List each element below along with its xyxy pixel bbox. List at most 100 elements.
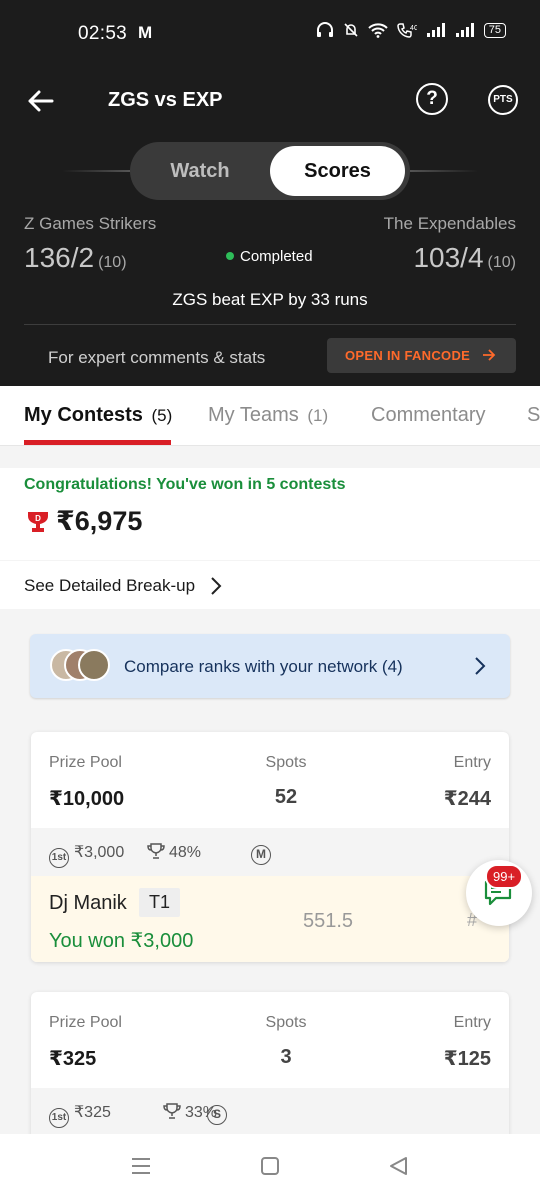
signal-icon [426,23,445,37]
watch-scores-toggle: Watch Scores [130,142,410,200]
recent-apps-icon[interactable] [131,1156,151,1176]
svg-text:4G: 4G [410,25,417,32]
status-icons: 4G 75 [316,22,506,38]
breakup-label: See Detailed Break-up [24,576,196,595]
match-status-text: Completed [240,248,313,265]
network-avatars [50,649,114,683]
contest-type: S [207,1102,232,1125]
arrow-left-icon [28,90,54,112]
tab-label: Commentary [371,404,486,426]
first-prize: 1st ₹3,000 [49,842,124,868]
detailed-breakup-link[interactable]: See Detailed Break-up [0,561,540,609]
tab-partial[interactable]: S [527,404,540,427]
avatar [78,649,110,681]
contest-meta: 1st ₹325 33% S [31,1088,509,1136]
points-icon: PTS [493,94,513,105]
arrow-right-icon [483,349,496,361]
trophy-icon: D [28,512,48,532]
team2-score-line: 103/4 (10) [413,242,516,274]
toggle-decor-right [410,170,478,172]
nav-back-icon[interactable] [388,1156,408,1176]
spots-label: Spots [265,1014,307,1031]
mute-bell-icon [344,23,358,37]
multi-entry-icon: M [251,845,271,865]
team1-score-line: 136/2 (10) [24,242,127,274]
toggle-decor-left [62,170,130,172]
team2-score: 103/4 [413,242,484,273]
tab-count: (5) [151,406,173,425]
battery-icon: 75 [483,22,506,38]
tab-commentary[interactable]: Commentary [371,404,485,427]
congrats-text: Congratulations! You've won in 5 contest… [24,476,346,493]
tab-scores[interactable]: Scores [270,146,405,196]
team2-overs: (10) [487,254,516,271]
won-amount: You won ₹3,000 [49,930,194,952]
contest-tabs: My Contests (5) My Teams (1) Commentary … [0,386,540,446]
first-prize-value: ₹3,000 [74,844,125,861]
points-system-button[interactable]: PTS [488,85,518,115]
team-points: 551.5 [303,910,354,932]
prize-pool-value: ₹325 [49,1048,97,1070]
home-icon[interactable] [260,1156,280,1176]
contest-card[interactable]: Prize Pool Spots Entry ₹325 3 ₹125 1st ₹3… [31,992,509,1152]
first-prize-icon: 1st [49,1108,69,1128]
open-fancode-label: OPEN IN FANCODE [345,348,471,363]
match-header: 02:53 M 4G 75 ZGS vs EXP ? PTS Watch Sco… [0,0,540,386]
trophy-outline-icon [163,1103,181,1119]
tab-label: S [527,404,540,426]
entry-value: ₹244 [443,788,491,810]
wifi-icon [368,23,388,38]
prize-pool-label: Prize Pool [49,754,122,771]
compare-ranks-banner[interactable]: Compare ranks with your network (4) [30,634,510,698]
contest-card[interactable]: Prize Pool Spots Entry ₹10,000 52 ₹244 1… [31,732,509,962]
signal-icon [455,23,474,37]
entry-label: Entry [453,1014,491,1031]
help-button[interactable]: ? [416,83,448,115]
contest-meta: 1st ₹3,000 48% M [31,828,509,876]
help-icon: ? [426,88,438,109]
spots-value: 3 [280,1046,292,1068]
entry-value: ₹125 [443,1048,491,1070]
call-icon: 4G [396,23,417,38]
spots-label: Spots [265,754,307,771]
chevron-right-icon [211,577,222,595]
top-nav: ZGS vs EXP ? PTS [0,74,540,128]
status-dot-icon [226,252,234,260]
team-tag: T1 [139,888,181,917]
match-status: Completed [226,248,313,265]
first-prize: 1st ₹325 [49,1102,111,1128]
first-prize-icon: 1st [49,848,69,868]
tab-label: My Contests [24,404,143,426]
trophy-outline-icon [147,843,165,859]
compare-ranks-text: Compare ranks with your network (4) [124,657,403,676]
win-percentage-value: 48% [169,844,202,861]
tab-watch[interactable]: Watch [130,142,270,200]
total-winnings: ₹6,975 [56,506,143,536]
team1-name: Z Games Strikers [24,214,157,233]
chat-unread-badge: 99+ [485,864,524,889]
tab-label: My Teams [208,404,299,426]
open-fancode-button[interactable]: OPEN IN FANCODE [327,338,516,373]
svg-text:D: D [35,514,41,523]
system-nav-bar [0,1134,540,1200]
active-tab-indicator [24,440,171,445]
first-prize-value: ₹325 [74,1104,111,1121]
spots-value: 52 [274,786,298,808]
team2-name: The Expendables [383,214,516,233]
headphones-icon [316,22,333,37]
back-button[interactable] [26,86,58,116]
joined-team-row[interactable]: Dj Manik T1 You won ₹3,000 551.5 # [31,876,509,962]
tab-count: (1) [307,406,329,425]
contest-type: M [251,842,276,865]
chevron-right-icon [475,657,486,675]
mail-icon: M [138,23,153,42]
team1-overs: (10) [98,254,127,271]
match-result: ZGS beat EXP by 33 runs [172,290,368,309]
tab-my-contests[interactable]: My Contests (5) [24,404,172,427]
winnings-summary: Congratulations! You've won in 5 contest… [0,468,540,560]
divider [24,324,516,325]
entry-label: Entry [453,754,491,771]
single-entry-icon: S [207,1105,227,1125]
tab-my-teams[interactable]: My Teams (1) [208,404,328,427]
player-name: Dj Manik [49,892,127,914]
